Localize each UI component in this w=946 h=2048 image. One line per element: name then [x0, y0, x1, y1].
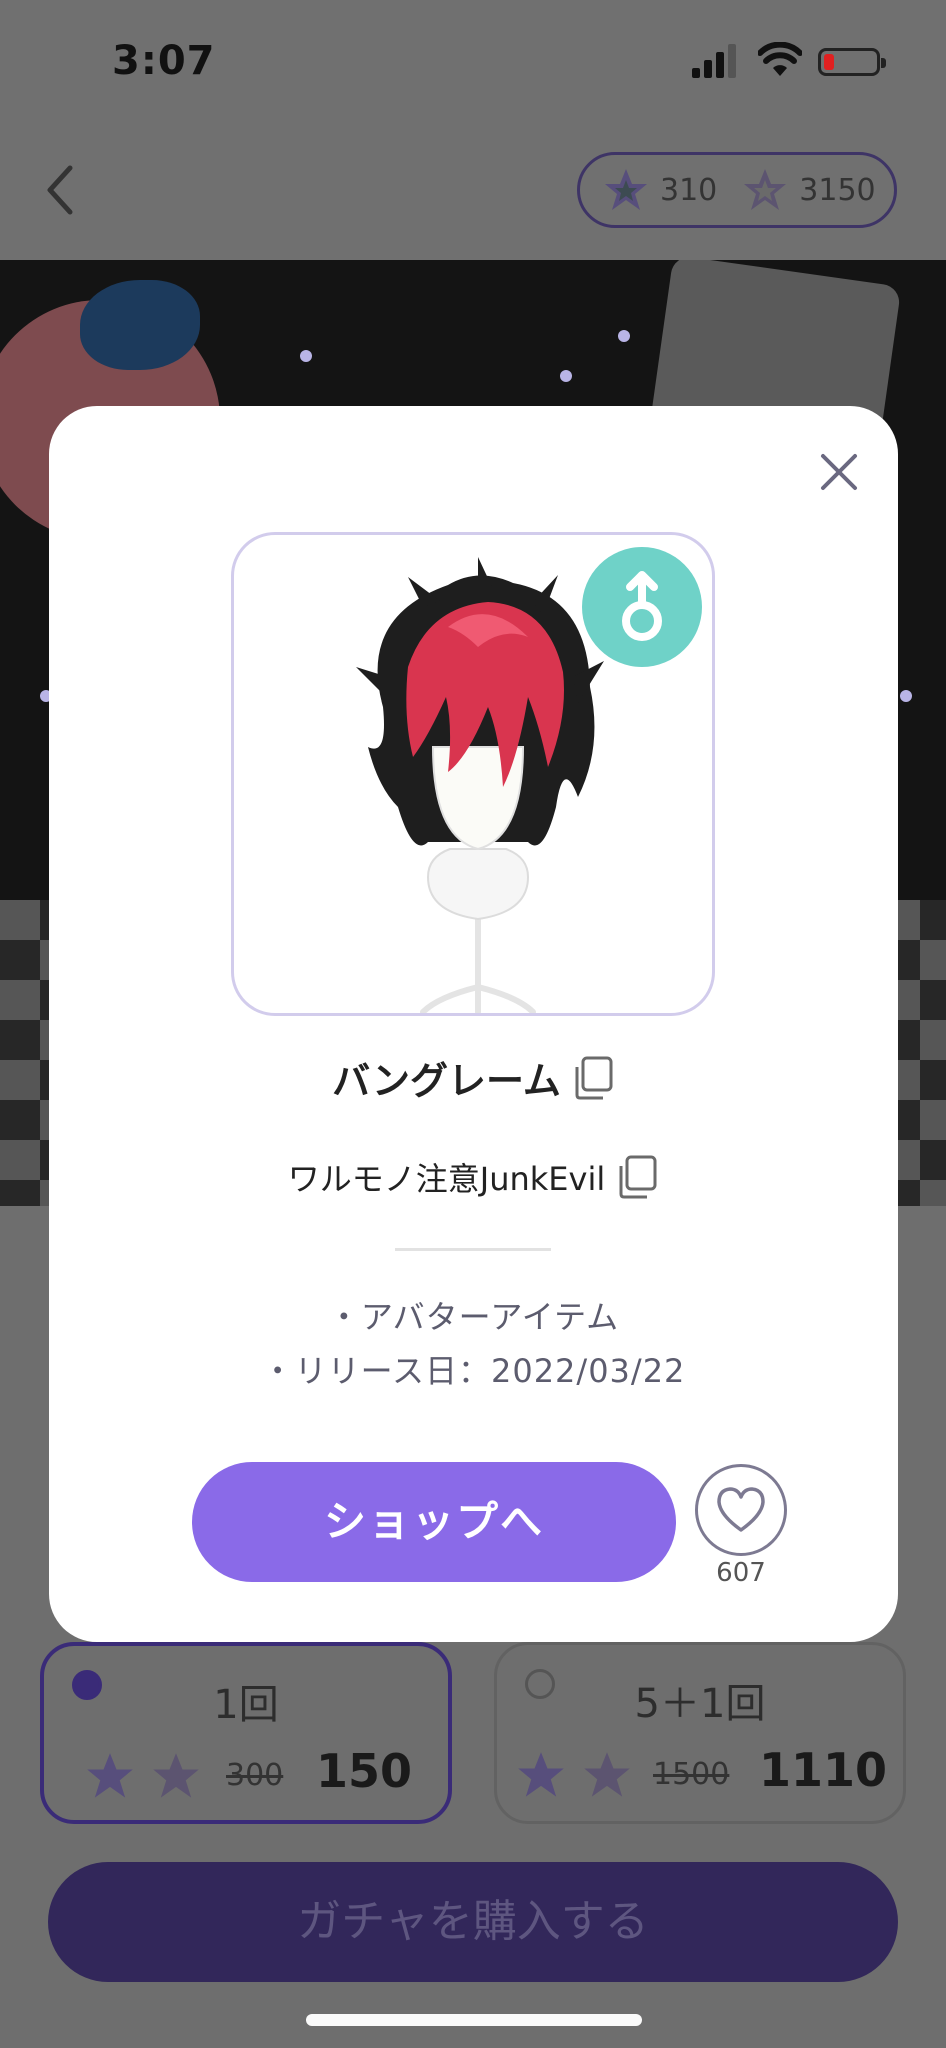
- male-symbol-icon: [622, 571, 662, 641]
- option-price: 1110: [759, 1743, 888, 1797]
- option-title: 5＋1回: [634, 1681, 766, 1727]
- hair-item-image: [356, 557, 604, 1013]
- status-bar: 3:07: [0, 0, 946, 120]
- free-gem-icon: [744, 169, 787, 210]
- option-old-price: 300: [226, 1758, 284, 1793]
- wifi-icon: [758, 42, 802, 76]
- item-name-row: バングレーム: [49, 1050, 898, 1105]
- like-count: 607: [716, 1558, 766, 1588]
- gacha-option-multi[interactable]: 5＋1回 1500 1110: [494, 1642, 906, 1824]
- copy-icon[interactable]: [615, 1154, 659, 1200]
- currency-balance[interactable]: 310 3150: [577, 152, 897, 228]
- item-preview: [231, 532, 715, 1016]
- cellular-signal-icon: [692, 44, 736, 78]
- currency-1-value: 310: [660, 172, 718, 208]
- home-indicator[interactable]: [306, 2014, 642, 2026]
- option-title: 1回: [213, 1682, 279, 1728]
- release-date: ・リリース日：2022/03/22: [261, 1352, 686, 1390]
- item-name: バングレーム: [332, 1059, 561, 1103]
- item-type: ・アバターアイテム: [327, 1298, 620, 1336]
- like-button[interactable]: [695, 1464, 787, 1556]
- option-old-price: 1500: [653, 1757, 730, 1792]
- paid-gem-icon: [518, 1752, 564, 1797]
- currency-2-value: 3150: [799, 172, 876, 208]
- buy-gacha-button[interactable]: ガチャを購入する: [48, 1862, 898, 1982]
- close-icon[interactable]: [809, 442, 869, 502]
- item-detail-modal: バングレーム ワルモノ注意JunkEvil ・アバターアイテム ・リリース日：2…: [49, 406, 898, 1642]
- divider: [395, 1248, 551, 1251]
- heart-icon: [717, 1487, 765, 1532]
- series-name-row: ワルモノ注意JunkEvil: [49, 1154, 898, 1200]
- free-gem-icon: [584, 1752, 630, 1797]
- option-price: 150: [316, 1744, 413, 1798]
- gacha-option-single[interactable]: 1回 300 150: [40, 1642, 452, 1824]
- battery-icon: [818, 48, 886, 76]
- copy-icon[interactable]: [571, 1055, 615, 1101]
- series-name: ワルモノ注意JunkEvil: [287, 1160, 606, 1198]
- paid-gem-icon: [87, 1753, 133, 1798]
- male-badge: [582, 547, 702, 667]
- status-time: 3:07: [112, 38, 216, 84]
- back-chevron-icon[interactable]: [38, 160, 82, 220]
- paid-gem-icon: [605, 169, 647, 210]
- app-header: 310 3150: [0, 120, 946, 260]
- free-gem-icon: [153, 1753, 199, 1798]
- go-to-shop-button[interactable]: ショップへ: [192, 1462, 676, 1582]
